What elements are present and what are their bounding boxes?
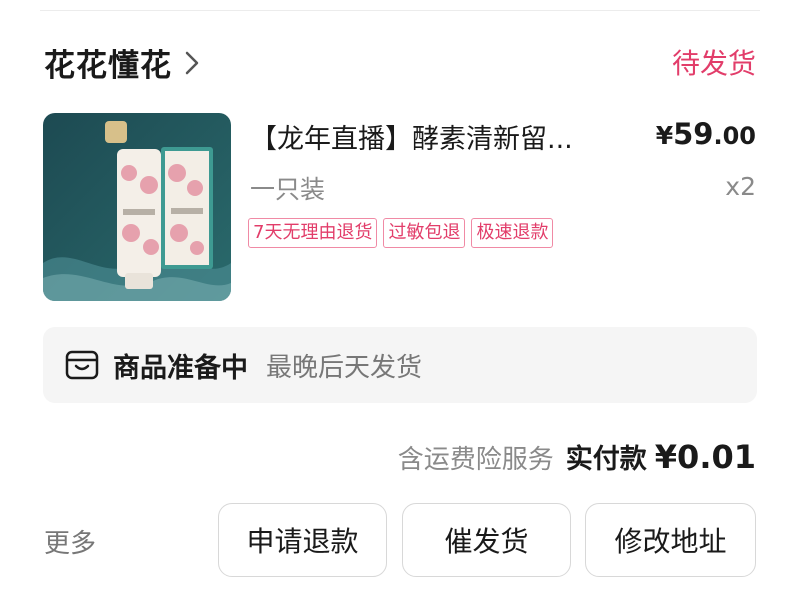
package-box-icon [65, 348, 99, 382]
urge-shipment-button[interactable]: 催发货 [402, 503, 571, 577]
shop-header[interactable]: 花花懂花 [44, 40, 206, 85]
product-spec: 一只装 [250, 175, 326, 204]
tag-allergy-return: 过敏包退 [383, 218, 466, 248]
order-status: 待发货 [671, 47, 756, 80]
price-currency: ¥ [655, 121, 674, 150]
paid-label: 实付款 [565, 444, 647, 475]
payment-summary: 含运费险服务 实付款 ¥0.01 [398, 437, 756, 476]
price-integer: 59 [673, 117, 714, 151]
chevron-right-icon[interactable] [184, 48, 206, 78]
tag-7day-return: 7天无理由退货 [248, 218, 378, 248]
change-address-button[interactable]: 修改地址 [585, 503, 756, 577]
paid-amount: ¥0.01 [654, 438, 756, 476]
tag-fast-refund: 极速退款 [471, 218, 554, 248]
shipping-eta: 最晚后天发货 [266, 352, 423, 383]
shipping-status-panel[interactable]: 商品准备中 最晚后天发货 [43, 327, 757, 403]
product-image[interactable] [43, 113, 231, 301]
shop-name[interactable]: 花花懂花 [44, 40, 172, 85]
product-title[interactable]: 【龙年直播】酵素清新留... [250, 117, 620, 156]
order-card: 花花懂花 待发货 【龙年直播】酵素清新留... ¥59.00 一只装 x2 7天… [0, 0, 800, 590]
divider [40, 10, 760, 11]
more-link[interactable]: 更多 [44, 523, 96, 560]
product-quantity: x2 [725, 172, 756, 201]
service-tags: 7天无理由退货 过敏包退 极速退款 [248, 218, 554, 248]
insurance-note: 含运费险服务 [397, 445, 554, 475]
shipping-status-label: 商品准备中 [113, 352, 248, 384]
price-decimal: .00 [713, 122, 756, 150]
request-refund-button[interactable]: 申请退款 [218, 503, 387, 577]
product-price: ¥59.00 [656, 117, 756, 151]
